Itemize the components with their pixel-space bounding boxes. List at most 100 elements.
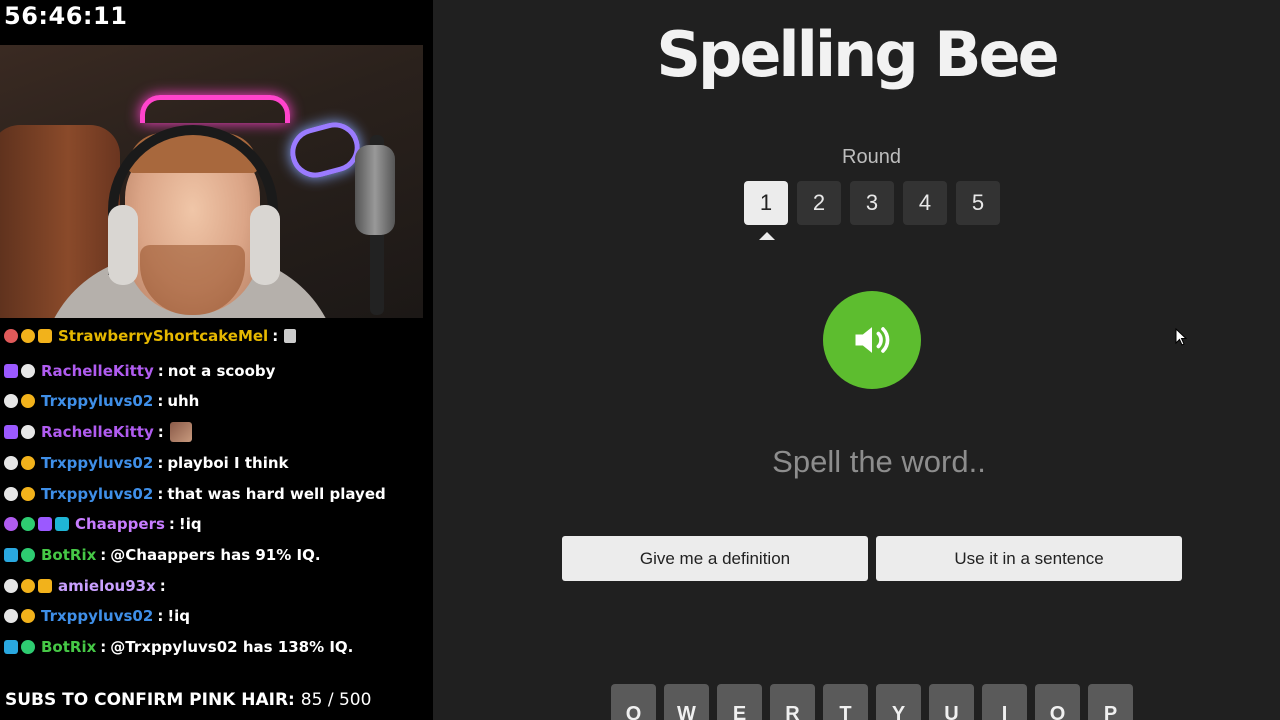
chat-message-text: that was hard well played xyxy=(167,484,386,503)
chat-message-text: playboi I think xyxy=(167,453,289,472)
mic-badge-icon xyxy=(4,517,18,532)
chat-message-text: @Trxppyluvs02 has 138% IQ. xyxy=(110,638,354,656)
chat-username[interactable]: Trxppyluvs02 xyxy=(41,454,153,472)
verified-badge-icon xyxy=(21,640,35,654)
overwatch-badge-icon xyxy=(4,486,18,501)
key-w[interactable]: W xyxy=(664,684,709,720)
crown-badge-icon xyxy=(38,329,52,343)
chat-username[interactable]: StrawberryShortcakeMel xyxy=(58,327,268,345)
chat-separator: : xyxy=(157,392,164,411)
chat-username[interactable]: RachelleKitty xyxy=(41,423,154,441)
chat-username[interactable]: BotRix xyxy=(41,546,96,564)
key-r[interactable]: R xyxy=(770,684,815,720)
sub-cube-badge-icon xyxy=(4,425,18,440)
chat-separator: : xyxy=(100,638,107,656)
play-word-button[interactable] xyxy=(823,291,921,389)
key-e[interactable]: E xyxy=(717,684,762,720)
round-tab-1[interactable]: 1 xyxy=(744,181,788,225)
chat-message: BotRix: @Trxppyluvs02 has 138% IQ. xyxy=(4,635,353,659)
overwatch-badge-icon xyxy=(4,578,18,593)
chat-message: Trxppyluvs02: playboi I think xyxy=(4,451,288,475)
chat-username[interactable]: BotRix xyxy=(41,638,96,656)
round-selector: 1 2 3 4 5 xyxy=(744,181,1000,225)
chat-message-text: @Chaappers has 91% IQ. xyxy=(110,545,321,564)
round-label: Round xyxy=(842,146,901,168)
bits-badge-icon xyxy=(21,486,35,501)
bits-badge-icon xyxy=(21,329,35,343)
neon-light-pink xyxy=(140,95,290,123)
chat-separator: : xyxy=(168,515,175,534)
chat-message: RachelleKitty: xyxy=(4,420,192,444)
cursor-arrow-icon xyxy=(1175,327,1188,346)
chat-message: Trxppyluvs02: that was hard well played xyxy=(4,482,386,506)
microphone xyxy=(355,145,395,235)
webcam-feed xyxy=(0,45,423,318)
key-p[interactable]: P xyxy=(1088,684,1133,720)
chat-message-text: !iq xyxy=(178,515,202,534)
chat-username[interactable]: Chaappers xyxy=(75,515,165,533)
chat-emote-icon xyxy=(284,329,297,343)
chat-separator: : xyxy=(157,607,164,626)
round-tab-5[interactable]: 5 xyxy=(956,181,1000,225)
sub-cube-badge-icon xyxy=(38,517,52,532)
grid-badge-icon xyxy=(55,517,69,532)
bits-badge-icon xyxy=(21,455,35,470)
definition-button[interactable]: Give me a definition xyxy=(562,536,868,581)
key-y[interactable]: Y xyxy=(876,684,921,720)
chat-message: StrawberryShortcakeMel: xyxy=(4,326,297,348)
verified-badge-icon xyxy=(21,547,35,562)
chat-separator: : xyxy=(159,576,166,595)
chat-separator: : xyxy=(157,484,164,503)
chat-separator: : xyxy=(157,453,164,472)
chat-username[interactable]: Trxppyluvs02 xyxy=(41,392,153,410)
chat-message: Trxppyluvs02: uhh xyxy=(4,389,199,413)
key-o[interactable]: O xyxy=(1035,684,1080,720)
bits-badge-icon xyxy=(21,394,35,409)
chat-username[interactable]: Trxppyluvs02 xyxy=(41,607,153,625)
chat-message: amielou93x: xyxy=(4,574,170,598)
subs-goal-count: 85 / 500 xyxy=(300,690,372,710)
overwatch-badge-icon xyxy=(4,455,18,470)
chat-separator: : xyxy=(100,545,107,564)
subs-goal: SUBS TO CONFIRM PINK HAIR: 85 / 500 xyxy=(5,690,371,710)
key-i[interactable]: I xyxy=(982,684,1027,720)
active-round-indicator xyxy=(759,232,775,240)
sub-cube-badge-icon xyxy=(4,363,18,378)
bits-badge-icon xyxy=(21,609,35,624)
chat-separator: : xyxy=(157,361,164,380)
chat-username[interactable]: Trxppyluvs02 xyxy=(41,485,153,503)
headphone-earcup-left xyxy=(108,205,138,285)
game-title: Spelling Bee xyxy=(656,18,1059,91)
round-tab-2[interactable]: 2 xyxy=(797,181,841,225)
round-tab-4[interactable]: 4 xyxy=(903,181,947,225)
chat-message-text: uhh xyxy=(167,392,200,411)
chat-message-text: not a scooby xyxy=(167,361,276,380)
chat-feed: StrawberryShortcakeMel: RachelleKitty: not… xyxy=(0,326,433,666)
bits-badge-icon xyxy=(21,578,35,593)
chat-separator: : xyxy=(272,327,279,345)
chat-username[interactable]: RachelleKitty xyxy=(41,362,154,380)
headphone-earcup-right xyxy=(250,205,280,285)
chat-username[interactable]: amielou93x xyxy=(58,577,156,595)
chat-emote-icon xyxy=(169,422,192,443)
chat-message: Chaappers: !iq xyxy=(4,512,202,536)
chat-message: RachelleKitty: not a scooby xyxy=(4,359,275,383)
key-u[interactable]: U xyxy=(929,684,974,720)
overwatch-badge-icon xyxy=(21,425,35,440)
key-t[interactable]: T xyxy=(823,684,868,720)
overwatch-badge-icon xyxy=(4,609,18,624)
sentence-button[interactable]: Use it in a sentence xyxy=(876,536,1182,581)
moderator-badge-icon xyxy=(4,329,18,343)
chat-message: BotRix: @Chaappers has 91% IQ. xyxy=(4,543,321,567)
crown-badge-icon xyxy=(38,578,52,593)
game-panel: Spelling Bee Round 1 2 3 4 5 Spell the w… xyxy=(433,0,1280,720)
speaker-icon xyxy=(855,327,890,353)
stream-timer: 56:46:11 xyxy=(4,2,128,30)
round-tab-3[interactable]: 3 xyxy=(850,181,894,225)
key-q[interactable]: Q xyxy=(611,684,656,720)
on-screen-keyboard: Q W E R T Y U I O P xyxy=(611,684,1133,720)
overwatch-badge-icon xyxy=(21,363,35,378)
neon-light-blue xyxy=(284,116,366,184)
stream-column: 56:46:11 StrawberryShortcakeMel: Rachelle… xyxy=(0,0,433,720)
chat-separator: : xyxy=(157,423,164,442)
